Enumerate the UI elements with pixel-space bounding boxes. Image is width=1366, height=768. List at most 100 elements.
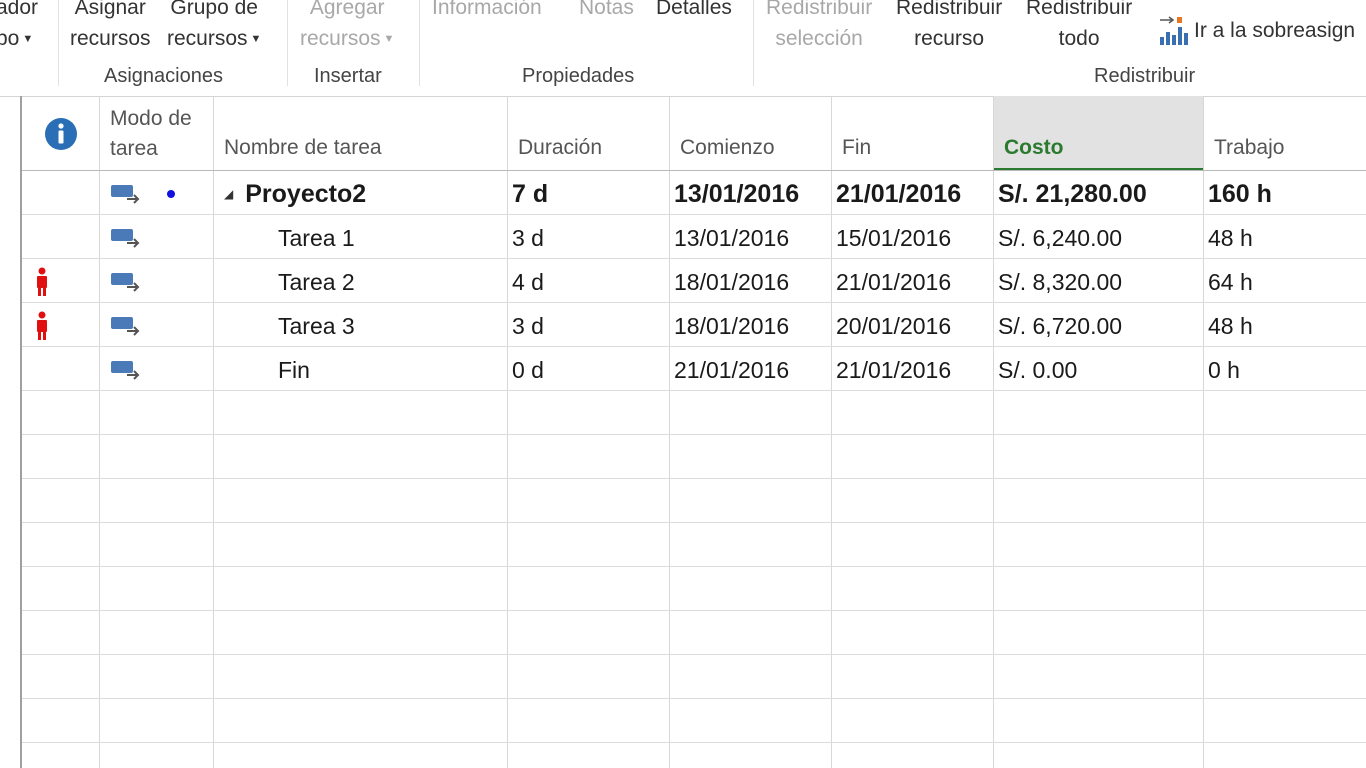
cell-duration[interactable]: 4 d bbox=[507, 260, 669, 304]
cell-task-mode[interactable] bbox=[104, 304, 212, 348]
ir-sobreasignacion-button[interactable]: Ir a la sobreasign bbox=[1158, 14, 1355, 48]
cell-task-mode[interactable] bbox=[104, 348, 212, 392]
cell-task-name[interactable]: Tarea 1 bbox=[273, 216, 507, 260]
grid-hline bbox=[22, 478, 1366, 479]
ribbon: ador po▼ Asignar recursos Grupo de recur… bbox=[0, 0, 1366, 97]
redistribuir-todo-line2: todo bbox=[1058, 27, 1100, 50]
grid-hline bbox=[22, 522, 1366, 523]
cell-start[interactable]: 13/01/2016 bbox=[669, 216, 831, 260]
redistribuir-recurso-line2: recurso bbox=[914, 27, 985, 50]
cell-cost[interactable]: S/. 21,280.00 bbox=[993, 172, 1203, 216]
redistribuir-recurso-button[interactable]: Redistribuir recurso bbox=[896, 0, 1002, 54]
notas-label: Notas bbox=[579, 0, 634, 19]
auto-scheduled-task-icon bbox=[111, 229, 140, 248]
cell-duration[interactable]: 3 d bbox=[507, 304, 669, 348]
cell-task-name[interactable]: Tarea 3 bbox=[273, 304, 507, 348]
cell-end[interactable]: 20/01/2016 bbox=[831, 304, 993, 348]
cell-end[interactable]: 21/01/2016 bbox=[831, 172, 993, 216]
cell-task-name[interactable]: Tarea 2 bbox=[273, 260, 507, 304]
auto-scheduled-task-icon bbox=[111, 317, 140, 336]
header-duracion[interactable]: Duración bbox=[507, 96, 669, 171]
cell-start[interactable]: 13/01/2016 bbox=[669, 172, 831, 216]
cell-task-name[interactable]: ◢ Proyecto2 bbox=[219, 172, 507, 216]
cell-start[interactable]: 18/01/2016 bbox=[669, 260, 831, 304]
cell-indicator[interactable] bbox=[30, 304, 70, 348]
partial-ribbon-button[interactable]: ador po▼ bbox=[0, 0, 38, 55]
grid-hline bbox=[22, 610, 1366, 611]
ir-sobreasignacion-label: Ir a la sobreasign bbox=[1194, 19, 1356, 42]
informacion-label: Información bbox=[432, 0, 542, 19]
redistribuir-todo-button[interactable]: Redistribuir todo bbox=[1026, 0, 1132, 54]
cell-task-mode[interactable] bbox=[104, 172, 212, 216]
cell-end[interactable]: 21/01/2016 bbox=[831, 260, 993, 304]
cell-work[interactable]: 64 h bbox=[1203, 260, 1366, 304]
redistribuir-seleccion-line1: Redistribuir bbox=[766, 0, 873, 19]
cell-task-mode[interactable] bbox=[104, 260, 212, 304]
header-bottom-line bbox=[22, 170, 1366, 171]
chevron-down-icon: ▼ bbox=[383, 32, 395, 45]
cell-work[interactable]: 48 h bbox=[1203, 216, 1366, 260]
cell-cost[interactable]: S/. 6,720.00 bbox=[993, 304, 1203, 348]
group-label-redistribuir: Redistribuir bbox=[1094, 65, 1196, 87]
informacion-button[interactable]: Información bbox=[432, 0, 542, 23]
header-modo-tarea-line2: tarea bbox=[110, 136, 158, 160]
agregar-recursos-button[interactable]: Agregar recursos ▼ bbox=[300, 0, 394, 55]
collapse-triangle-icon[interactable]: ◢ bbox=[224, 187, 233, 201]
group-separator bbox=[287, 0, 288, 86]
cell-indicator[interactable] bbox=[30, 260, 70, 304]
cell-end[interactable]: 21/01/2016 bbox=[831, 348, 993, 392]
header-nombre-tarea[interactable]: Nombre de tarea bbox=[213, 96, 507, 171]
header-costo[interactable]: Costo bbox=[993, 96, 1203, 171]
group-label-asignaciones: Asignaciones bbox=[104, 65, 223, 87]
cell-work[interactable]: 0 h bbox=[1203, 348, 1366, 392]
asignar-recursos-button[interactable]: Asignar recursos bbox=[70, 0, 151, 54]
cell-duration[interactable]: 7 d bbox=[507, 172, 669, 216]
cell-cost[interactable]: S/. 8,320.00 bbox=[993, 260, 1203, 304]
grupo-recursos-line1: Grupo de bbox=[170, 0, 258, 19]
cell-cost[interactable]: S/. 0.00 bbox=[993, 348, 1203, 392]
asignar-recursos-line1: Asignar bbox=[74, 0, 146, 19]
redistribuir-todo-line1: Redistribuir bbox=[1026, 0, 1133, 19]
agregar-recursos-line1: Agregar bbox=[309, 0, 385, 19]
chevron-down-icon: ▼ bbox=[250, 32, 262, 45]
cell-cost[interactable]: S/. 6,240.00 bbox=[993, 216, 1203, 260]
overallocated-person-icon bbox=[37, 311, 47, 340]
group-separator bbox=[419, 0, 420, 86]
cell-task-name[interactable]: Fin bbox=[273, 348, 507, 392]
cell-end[interactable]: 15/01/2016 bbox=[831, 216, 993, 260]
chevron-down-icon: ▼ bbox=[22, 32, 34, 45]
task-name: Proyecto2 bbox=[245, 179, 367, 208]
overallocated-person-icon bbox=[37, 267, 47, 296]
header-modo-tarea[interactable]: Modo de tarea bbox=[99, 96, 213, 171]
grupo-recursos-line2: recursos bbox=[167, 27, 248, 50]
cell-start[interactable]: 21/01/2016 bbox=[669, 348, 831, 392]
cell-work[interactable]: 48 h bbox=[1203, 304, 1366, 348]
agregar-recursos-line2: recursos bbox=[300, 27, 381, 50]
cell-duration[interactable]: 0 d bbox=[507, 348, 669, 392]
header-fin[interactable]: Fin bbox=[831, 96, 993, 171]
header-comienzo[interactable]: Comienzo bbox=[669, 96, 831, 171]
grupo-recursos-button[interactable]: Grupo de recursos ▼ bbox=[167, 0, 261, 55]
cell-work[interactable]: 160 h bbox=[1203, 172, 1366, 216]
header-indicators[interactable] bbox=[22, 96, 99, 171]
cell-start[interactable]: 18/01/2016 bbox=[669, 304, 831, 348]
notas-button[interactable]: Notas bbox=[579, 0, 634, 23]
detalles-button[interactable]: Detalles bbox=[656, 0, 732, 23]
partial-ribbon-button-line2: po bbox=[0, 27, 20, 50]
redistribuir-seleccion-button[interactable]: Redistribuir selección bbox=[766, 0, 872, 54]
redistribuir-recurso-line1: Redistribuir bbox=[896, 0, 1003, 19]
cell-task-mode[interactable] bbox=[104, 216, 212, 260]
overallocation-chart-icon bbox=[1160, 16, 1188, 45]
grid-vline bbox=[213, 96, 214, 768]
header-modo-tarea-line1: Modo de bbox=[110, 106, 192, 130]
cell-duration[interactable]: 3 d bbox=[507, 216, 669, 260]
group-label-propiedades: Propiedades bbox=[522, 65, 635, 87]
grid-vline bbox=[20, 96, 22, 768]
header-trabajo[interactable]: Trabajo bbox=[1203, 96, 1366, 171]
grid-hline bbox=[22, 566, 1366, 567]
info-icon bbox=[44, 117, 77, 150]
grid-vline bbox=[99, 96, 100, 768]
auto-scheduled-task-icon bbox=[111, 361, 140, 380]
group-label-insertar: Insertar bbox=[314, 65, 382, 87]
summary-dot-icon bbox=[167, 190, 175, 198]
